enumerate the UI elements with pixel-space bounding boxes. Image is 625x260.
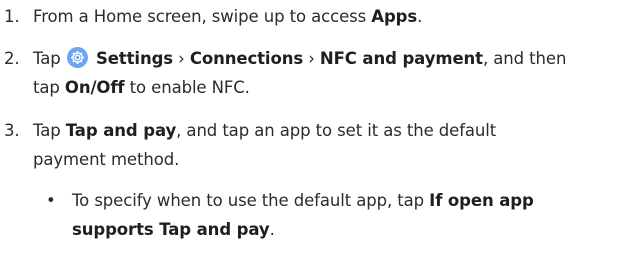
instruction-list: 1. From a Home screen, swipe up to acces… bbox=[0, 0, 625, 260]
step-text: Tap Tap and pay, and tap an app to set i… bbox=[33, 116, 613, 174]
step-2-text: , and then bbox=[482, 49, 567, 68]
separator: › bbox=[303, 49, 320, 68]
apps-term: Apps bbox=[371, 7, 418, 26]
bullet-text: To specify when to use the default app, … bbox=[72, 186, 617, 244]
tap-word: tap bbox=[33, 78, 65, 97]
supports-tap-and-pay-term: supports Tap and pay bbox=[72, 220, 270, 239]
if-open-app-term: If open app bbox=[429, 191, 534, 210]
tap-word: Tap bbox=[33, 121, 66, 140]
step-number: 3. bbox=[4, 121, 20, 140]
separator: › bbox=[173, 49, 190, 68]
bullet-symbol: • bbox=[46, 191, 56, 210]
step-number: 1. bbox=[4, 7, 20, 26]
step-2-end: to enable NFC. bbox=[124, 78, 250, 97]
step-3-end: payment method. bbox=[33, 150, 180, 169]
onoff-term: On/Off bbox=[64, 78, 125, 97]
tap-and-pay-term: Tap and pay bbox=[65, 121, 177, 140]
step-text: From a Home screen, swipe up to access A… bbox=[33, 2, 613, 31]
settings-term: Settings bbox=[95, 49, 174, 68]
bullet-text-start: To specify when to use the default app, … bbox=[72, 191, 430, 210]
tap-word: Tap bbox=[33, 49, 66, 68]
gear-icon bbox=[66, 47, 88, 68]
connections-term: Connections bbox=[189, 49, 304, 68]
step-number: 2. bbox=[4, 49, 20, 68]
bullet-end: . bbox=[269, 220, 275, 239]
step-3-text: , and tap an app to set it as the defaul… bbox=[176, 121, 497, 140]
step-1-text: From a Home screen, swipe up to access bbox=[33, 7, 372, 26]
nfc-term: NFC and payment bbox=[319, 49, 483, 68]
step-text: Tap Settings › Connections › NFC and pay… bbox=[33, 44, 613, 102]
step-1-end: . bbox=[417, 7, 423, 26]
